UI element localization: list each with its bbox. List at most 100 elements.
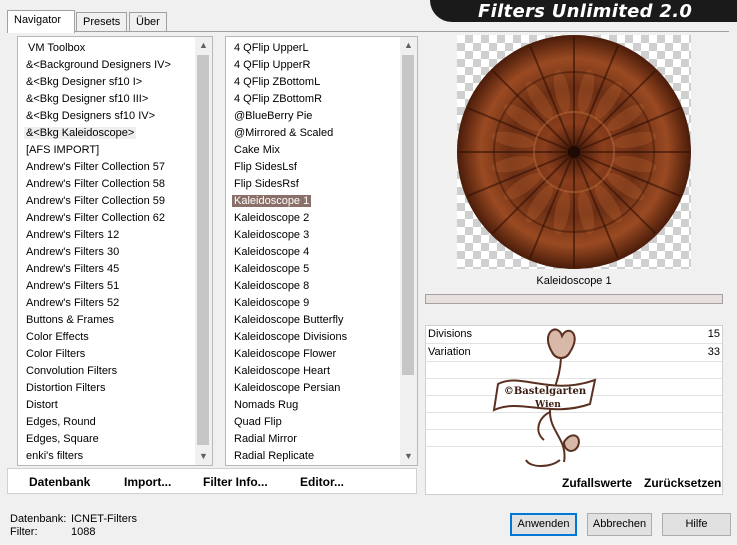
scroll-thumb[interactable]: [402, 55, 414, 375]
list-item[interactable]: Flip SidesLsf: [226, 159, 400, 176]
parameter-panel: Divisions 15 Variation 33 ©Bastelgarten …: [425, 325, 723, 495]
list-item-label: Quad Flip: [234, 416, 282, 428]
list-item-label: Kaleidoscope 8: [234, 280, 310, 292]
list-item-label: @Mirrored & Scaled: [234, 127, 334, 139]
param-value: 15: [707, 328, 720, 340]
cancel-button[interactable]: Abbrechen: [587, 513, 652, 536]
scroll-thumb[interactable]: [197, 55, 209, 445]
list-item[interactable]: Color Filters: [18, 346, 195, 363]
random-values-button[interactable]: Zufallswerte: [562, 476, 632, 490]
list-item[interactable]: Andrew's Filters 51: [18, 278, 195, 295]
list-item[interactable]: Kaleidoscope 1: [226, 193, 400, 210]
list-item[interactable]: Andrew's Filter Collection 59: [18, 193, 195, 210]
list-item[interactable]: Andrew's Filters 30: [18, 244, 195, 261]
list-item-label: Flip SidesLsf: [234, 161, 297, 173]
apply-button[interactable]: Anwenden: [510, 513, 577, 536]
watermark-logo: ©Bastelgarten Wien: [492, 328, 597, 467]
list-item[interactable]: Edges, Round: [18, 414, 195, 431]
category-scrollbar[interactable]: ▲ ▼: [195, 37, 212, 465]
database-button[interactable]: Datenbank: [29, 475, 90, 489]
list-item[interactable]: Kaleidoscope 8: [226, 278, 400, 295]
list-item[interactable]: Kaleidoscope 2: [226, 210, 400, 227]
list-item[interactable]: Kaleidoscope 9: [226, 295, 400, 312]
list-item[interactable]: Flip SidesRsf: [226, 176, 400, 193]
list-item[interactable]: enki's filters: [18, 448, 195, 465]
list-item[interactable]: [AFS IMPORT]: [18, 142, 195, 159]
list-item[interactable]: Convolution Filters: [18, 363, 195, 380]
list-item[interactable]: Andrew's Filters 45: [18, 261, 195, 278]
list-item-label: Edges, Square: [26, 433, 99, 445]
list-item-label: Radial Replicate: [234, 450, 315, 462]
list-item[interactable]: Kaleidoscope 5: [226, 261, 400, 278]
param-label: Variation: [428, 346, 471, 358]
list-item-label: Distortion Filters: [26, 382, 106, 394]
list-item[interactable]: Andrew's Filters 12: [18, 227, 195, 244]
list-item[interactable]: Radial Replicate: [226, 448, 400, 465]
list-item[interactable]: &<Bkg Designer sf10 III>: [18, 91, 195, 108]
status-db-value: ICNET-Filters: [71, 513, 137, 525]
list-item[interactable]: &<Bkg Designer sf10 I>: [18, 74, 195, 91]
list-item[interactable]: &<Background Designers IV>: [18, 57, 195, 74]
help-button[interactable]: Hilfe: [662, 513, 731, 536]
kaleidoscope-preview-image: [457, 35, 691, 269]
list-item[interactable]: Andrew's Filter Collection 62: [18, 210, 195, 227]
list-item[interactable]: Kaleidoscope Butterfly: [226, 312, 400, 329]
list-item[interactable]: 4 QFlip ZBottomL: [226, 74, 400, 91]
tab-presets[interactable]: Presets: [76, 12, 127, 32]
tab-navigator[interactable]: Navigator: [7, 10, 75, 33]
list-item[interactable]: Andrew's Filter Collection 58: [18, 176, 195, 193]
filter-info-button[interactable]: Filter Info...: [203, 475, 268, 489]
list-item-label: Kaleidoscope Divisions: [234, 331, 348, 343]
filter-list[interactable]: 4 QFlip UpperL 4 QFlip UpperR 4 QFlip ZBot…: [225, 36, 418, 466]
list-item[interactable]: Kaleidoscope Flower: [226, 346, 400, 363]
list-item[interactable]: Andrew's Filters 52: [18, 295, 195, 312]
scroll-up-icon[interactable]: ▲: [400, 37, 417, 54]
list-item[interactable]: Cake Mix: [226, 142, 400, 159]
list-item[interactable]: Kaleidoscope Divisions: [226, 329, 400, 346]
list-item[interactable]: Kaleidoscope 4: [226, 244, 400, 261]
list-item[interactable]: Nomads Rug: [226, 397, 400, 414]
list-item-label: enki's filters: [26, 450, 84, 462]
list-item[interactable]: VM Toolbox: [18, 40, 195, 57]
list-item[interactable]: Kaleidoscope 3: [226, 227, 400, 244]
reset-button[interactable]: Zurücksetzen: [644, 476, 721, 490]
list-item-label: Andrew's Filters 12: [26, 229, 120, 241]
filter-scrollbar[interactable]: ▲ ▼: [400, 37, 417, 465]
list-item-label: &<Bkg Designer sf10 III>: [26, 93, 149, 105]
scroll-down-icon[interactable]: ▼: [400, 448, 417, 465]
list-item[interactable]: Color Effects: [18, 329, 195, 346]
list-item-label: Andrew's Filters 51: [26, 280, 120, 292]
list-item[interactable]: @BlueBerry Pie: [226, 108, 400, 125]
list-item-label: Kaleidoscope 1: [232, 195, 312, 207]
list-item-label: Andrew's Filters 45: [26, 263, 120, 275]
list-item[interactable]: Radial Mirror: [226, 431, 400, 448]
scroll-up-icon[interactable]: ▲: [195, 37, 212, 54]
status-filter-value: 1088: [71, 526, 96, 538]
list-item[interactable]: 4 QFlip ZBottomR: [226, 91, 400, 108]
list-item[interactable]: @Mirrored & Scaled: [226, 125, 400, 142]
list-item[interactable]: Kaleidoscope Persian: [226, 380, 400, 397]
title-banner: Filters Unlimited 2.0: [430, 0, 737, 22]
list-item[interactable]: Distort: [18, 397, 195, 414]
list-item[interactable]: &<Bkg Kaleidoscope>: [18, 125, 195, 142]
category-list[interactable]: VM Toolbox &<Background Designers IV> &<Bk…: [17, 36, 213, 466]
scroll-down-icon[interactable]: ▼: [195, 448, 212, 465]
list-item[interactable]: 4 QFlip UpperL: [226, 40, 400, 57]
list-item[interactable]: Quad Flip: [226, 414, 400, 431]
status-filter: Filter: 1088: [10, 526, 95, 538]
list-item-label: Cake Mix: [234, 144, 280, 156]
list-item[interactable]: Edges, Square: [18, 431, 195, 448]
list-item[interactable]: &<Bkg Designers sf10 IV>: [18, 108, 195, 125]
param-label: Divisions: [428, 328, 473, 340]
list-item[interactable]: Distortion Filters: [18, 380, 195, 397]
import-button[interactable]: Import...: [124, 475, 171, 489]
list-item[interactable]: Buttons & Frames: [18, 312, 195, 329]
tab-ueber[interactable]: Über: [129, 12, 167, 32]
list-item-label: Kaleidoscope Butterfly: [234, 314, 344, 326]
list-item[interactable]: Kaleidoscope Heart: [226, 363, 400, 380]
list-item-label: Kaleidoscope 3: [234, 229, 310, 241]
list-item-label: Color Effects: [26, 331, 89, 343]
editor-button[interactable]: Editor...: [300, 475, 344, 489]
list-item[interactable]: Andrew's Filter Collection 57: [18, 159, 195, 176]
list-item[interactable]: 4 QFlip UpperR: [226, 57, 400, 74]
